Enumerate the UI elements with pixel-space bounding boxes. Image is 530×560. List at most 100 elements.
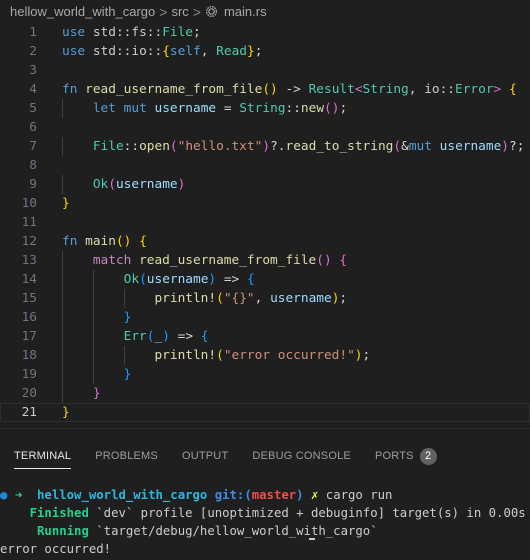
code-token: ;: [339, 291, 348, 306]
tab-problems[interactable]: PROBLEMS: [95, 436, 158, 476]
code-token: Ok: [92, 177, 109, 192]
breadcrumb-separator: >: [192, 3, 201, 20]
tab-output[interactable]: OUTPUT: [182, 436, 228, 476]
code-line[interactable]: 21}: [0, 403, 530, 422]
running-text: `target/debug/hellow_world_with_cargo`: [96, 524, 378, 538]
command-status-dot-icon[interactable]: ●: [0, 488, 7, 502]
code-line[interactable]: 1 use std::fs::File;: [0, 23, 530, 42]
code-line[interactable]: 2 use std::io::{self, Read};: [0, 42, 530, 61]
code-line[interactable]: 11: [0, 213, 530, 232]
code-token: {: [508, 82, 517, 97]
code-token: read_to_string: [285, 139, 394, 154]
code-token: }: [62, 405, 70, 420]
tab-terminal-label: TERMINAL: [14, 450, 72, 462]
running-label: Running: [37, 524, 89, 538]
line-number: 3: [29, 63, 37, 78]
program-output: error occurred!: [0, 542, 112, 556]
code-token: }: [123, 310, 132, 325]
code-token: std::: [92, 25, 132, 40]
terminal-output[interactable]: ● ➜ hellow_world_with_cargo git:(master)…: [0, 486, 530, 560]
ports-count-badge: 2: [419, 447, 437, 465]
code-token: new: [300, 101, 325, 116]
code-text: }: [62, 384, 101, 403]
terminal-finished-line: Finished `dev` profile [unoptimized + de…: [0, 504, 530, 522]
code-text: fn main() {: [62, 232, 147, 251]
panel-divider: [0, 428, 530, 429]
tab-output-label: OUTPUT: [181, 450, 229, 462]
code-token: Error: [455, 82, 494, 97]
code-editor[interactable]: 1 use std::fs::File; 2 use std::io::{self, …: [0, 23, 530, 428]
code-line[interactable]: 13 match read_username_from_file() {: [0, 251, 530, 270]
code-line[interactable]: 8: [0, 156, 530, 175]
code-token: Read: [216, 44, 247, 59]
code-line[interactable]: 15 println!("{}", username);: [0, 289, 530, 308]
code-line[interactable]: 20 }: [0, 384, 530, 403]
line-number: 13: [21, 253, 37, 268]
code-token: }: [92, 386, 101, 401]
line-number: 9: [29, 177, 37, 192]
code-token: (: [108, 177, 116, 192]
code-token: username: [146, 272, 209, 287]
code-token: <: [354, 82, 363, 97]
code-token: =: [216, 101, 240, 116]
tab-debug-console[interactable]: DEBUG CONSOLE: [252, 436, 351, 476]
line-number: 14: [21, 272, 37, 287]
breadcrumb-folder[interactable]: src: [171, 4, 188, 19]
code-line[interactable]: 17 Err(_) => {: [0, 327, 530, 346]
tab-ports[interactable]: PORTS 2: [375, 436, 437, 476]
code-line[interactable]: 5 let mut username = String::new();: [0, 99, 530, 118]
line-number: 11: [21, 215, 37, 230]
line-number: 6: [29, 120, 37, 135]
code-text: let mut username = String::new();: [62, 99, 347, 118]
line-number: 18: [21, 348, 37, 363]
code-token: ,: [254, 291, 271, 306]
code-line[interactable]: 18 println!("error occurred!");: [0, 346, 530, 365]
code-token: (: [169, 139, 178, 154]
code-token: }: [62, 196, 70, 211]
code-line[interactable]: 19 }: [0, 365, 530, 384]
breadcrumb-project[interactable]: hellow_world_with_cargo: [10, 4, 155, 19]
code-text: }: [62, 403, 70, 422]
code-line[interactable]: 6: [0, 118, 530, 137]
code-token: ): [177, 177, 186, 192]
code-line[interactable]: 16 }: [0, 308, 530, 327]
code-line[interactable]: 9 Ok(username): [0, 175, 530, 194]
code-line[interactable]: 7 File::open("hello.txt")?.read_to_strin…: [0, 137, 530, 156]
finished-text: `dev` profile [unoptimized + debuginfo] …: [96, 506, 526, 520]
code-line[interactable]: 10}: [0, 194, 530, 213]
code-line[interactable]: 3: [0, 61, 530, 80]
prompt-git-close: ): [296, 488, 304, 502]
code-token: Result: [308, 82, 355, 97]
code-token: (): [316, 253, 332, 268]
code-token: ,: [200, 44, 217, 59]
code-token: String: [362, 82, 409, 97]
code-token: }: [123, 367, 132, 382]
code-token: {: [246, 272, 255, 287]
code-text: println!("{}", username);: [62, 289, 347, 308]
line-number: 8: [29, 158, 37, 173]
code-token: username: [154, 101, 217, 116]
code-line[interactable]: 12 fn main() {: [0, 232, 530, 251]
line-number: 15: [21, 291, 37, 306]
code-token: let: [92, 101, 124, 116]
code-token: ): [354, 348, 363, 363]
code-token: main: [85, 234, 116, 249]
code-line[interactable]: 4 fn read_username_from_file() -> Result<…: [0, 80, 530, 99]
prompt-command: cargo run: [325, 488, 393, 502]
code-text: }: [62, 365, 132, 384]
tab-terminal[interactable]: TERMINAL: [14, 436, 72, 476]
code-token: File: [92, 139, 124, 154]
breadcrumb-file[interactable]: main.rs: [224, 4, 267, 19]
code-text: use std::io::{self, Read};: [62, 42, 262, 61]
line-number: 21: [21, 405, 37, 420]
code-token: (: [216, 291, 224, 306]
code-line[interactable]: 14 Ok(username) => {: [0, 270, 530, 289]
code-token: fn: [62, 82, 86, 97]
code-token: }: [246, 44, 255, 59]
line-number: 17: [21, 329, 37, 344]
